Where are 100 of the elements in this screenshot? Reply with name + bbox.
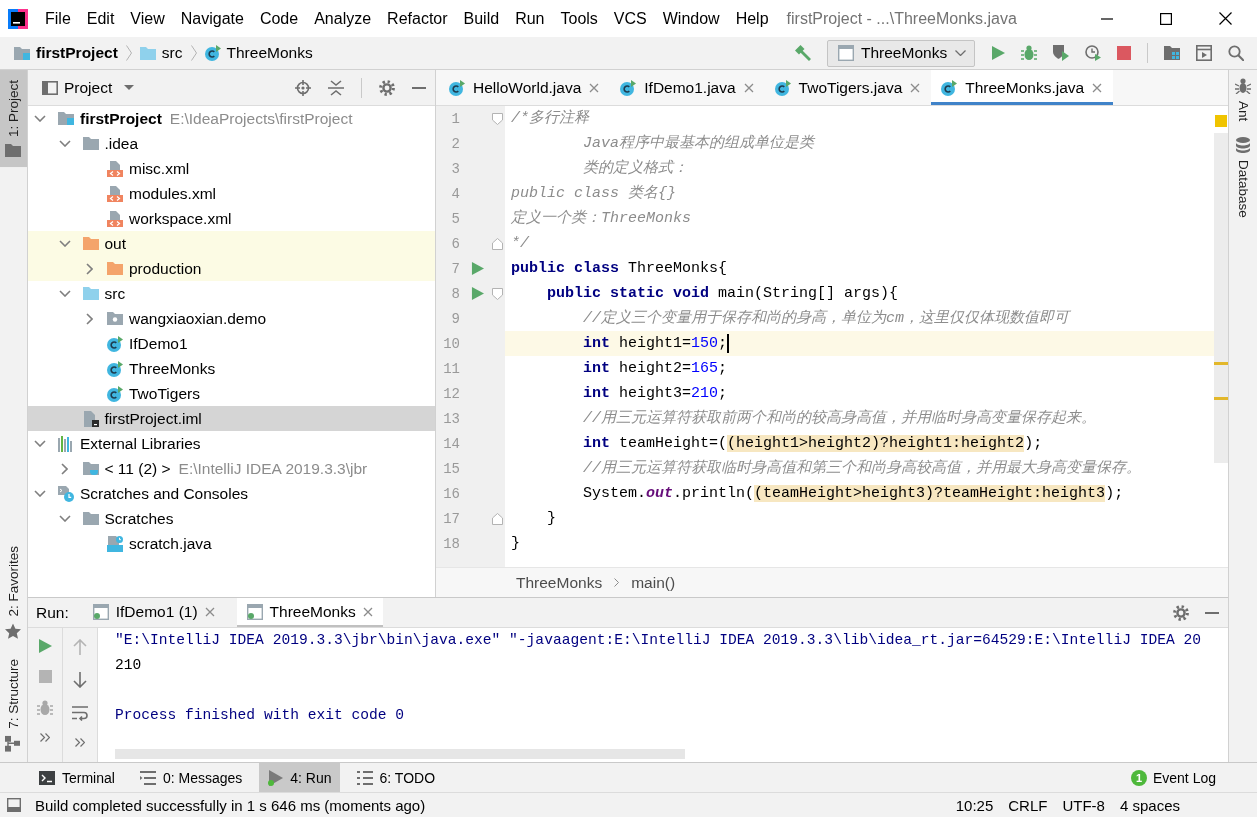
rerun-icon[interactable] — [38, 639, 52, 653]
maximize-icon[interactable] — [1160, 12, 1172, 25]
fold-marker-icon[interactable] — [492, 112, 503, 125]
menu-item[interactable]: File — [37, 7, 79, 30]
hammer-icon[interactable] — [795, 45, 811, 61]
editor-tab[interactable]: IfDemo1.java — [610, 70, 765, 105]
event-log-button[interactable]: 1 Event Log — [1130, 763, 1216, 792]
menu-item[interactable]: Navigate — [172, 7, 252, 30]
tree-item[interactable]: firstProject.iml — [28, 406, 435, 431]
tool-window-button[interactable]: 2: Favorites — [0, 535, 27, 650]
breadcrumb[interactable]: src — [139, 44, 183, 62]
code-line: //定义三个变量用于保存和尚的身高，单位为cm，这里仅仅体现数值即可 — [582, 308, 1070, 329]
menu-item[interactable]: Help — [727, 7, 777, 30]
line-number: 12 — [443, 385, 461, 402]
menu-item[interactable]: Edit — [78, 7, 123, 30]
play-icon — [267, 769, 284, 786]
tree-item[interactable]: src — [28, 281, 435, 306]
status-item[interactable]: 10:25 — [955, 796, 994, 814]
breadcrumb[interactable]: ThreeMonks — [204, 44, 313, 62]
run-configuration-dropdown[interactable]: ThreeMonks — [827, 39, 975, 67]
path-label: E:\IntelliJ IDEA 2019.3.3\jbr — [178, 459, 368, 478]
folder-icon — [82, 237, 99, 250]
tree-item[interactable]: scratch.java — [28, 531, 435, 556]
status-item[interactable]: 4 spaces — [1119, 796, 1180, 814]
menu-item[interactable]: Window — [654, 7, 728, 30]
minimize-icon[interactable] — [1205, 611, 1219, 614]
breadcrumb[interactable]: main() — [631, 573, 676, 592]
menu-item[interactable]: Run — [507, 7, 553, 30]
lines-icon — [139, 769, 156, 786]
double-chevron-icon[interactable] — [40, 733, 50, 742]
settings-icon[interactable] — [1173, 604, 1189, 621]
status-item[interactable]: UTF-8 — [1062, 796, 1105, 814]
tree-item[interactable]: out — [28, 231, 435, 256]
minimize-icon[interactable] — [412, 86, 426, 89]
tree-item[interactable]: IfDemo1 — [28, 331, 435, 356]
tool-window-button[interactable]: 7: Structure — [0, 649, 27, 762]
soft-wrap-icon[interactable] — [72, 705, 88, 721]
menu-item[interactable]: Refactor — [379, 7, 456, 30]
tree-item[interactable]: ThreeMonks — [28, 356, 435, 381]
down-arrow-icon[interactable] — [72, 672, 88, 688]
run-gutter-icon[interactable] — [470, 262, 484, 275]
editor-tab[interactable]: ThreeMonks.java — [931, 70, 1114, 105]
tree-item[interactable]: Scratches — [28, 506, 435, 531]
fold-marker-icon[interactable] — [492, 237, 503, 250]
menu-item[interactable]: Build — [455, 7, 508, 30]
tree-item[interactable]: Scratches and Consoles — [28, 481, 435, 506]
tree-item[interactable]: External Libraries — [28, 431, 435, 456]
bug-icon[interactable] — [37, 700, 53, 716]
fold-marker-icon[interactable] — [492, 512, 503, 525]
collapse-all-icon[interactable] — [328, 79, 344, 96]
menu-item[interactable]: Code — [251, 7, 307, 30]
settings-icon[interactable] — [379, 79, 395, 96]
view-selector[interactable]: Project — [64, 78, 135, 97]
project-structure-icon[interactable] — [1164, 45, 1180, 61]
tree-item[interactable]: workspace.xml — [28, 206, 435, 231]
crosshair-icon[interactable] — [295, 79, 311, 96]
tree-item[interactable]: TwoTigers — [28, 381, 435, 406]
coverage-icon[interactable] — [1053, 45, 1069, 61]
tree-item[interactable]: modules.xml — [28, 181, 435, 206]
run-gutter-icon[interactable] — [470, 287, 484, 300]
menu-item[interactable]: View — [122, 7, 173, 30]
tool-window-button[interactable]: 0: Messages — [131, 763, 251, 792]
scrollbar[interactable] — [115, 749, 685, 759]
tool-window-button[interactable]: 1: Project — [0, 70, 27, 168]
tree-item[interactable]: production — [28, 256, 435, 281]
breadcrumb[interactable]: firstProject — [14, 44, 118, 62]
structure-icon — [5, 736, 22, 752]
menu-item[interactable]: VCS — [605, 7, 655, 30]
tree-item[interactable]: firstProject E:\IdeaProjects\firstProject — [28, 106, 435, 131]
xml-file-icon — [107, 185, 123, 202]
tree-item[interactable]: misc.xml — [28, 156, 435, 181]
run-tab[interactable]: IfDemo1 (1) — [82, 598, 225, 627]
tool-window-button[interactable]: Ant — [1229, 70, 1257, 130]
search-icon[interactable] — [1228, 45, 1244, 61]
editor-tab[interactable]: HelloWorld.java — [439, 70, 611, 105]
line-number: 4 — [451, 185, 461, 202]
tree-item[interactable]: < 11 (2) > E:\IntelliJ IDEA 2019.3.3\jbr — [28, 456, 435, 481]
editor-tab[interactable]: TwoTigers.java — [764, 70, 932, 105]
menu-item[interactable]: Tools — [552, 7, 606, 30]
profiler-icon[interactable] — [1085, 45, 1101, 61]
tool-window-button[interactable]: 4: Run — [259, 763, 340, 792]
minimize-icon[interactable] — [1101, 17, 1113, 20]
status-item[interactable]: CRLF — [1008, 796, 1048, 814]
tree-item[interactable]: wangxiaoxian.demo — [28, 306, 435, 331]
breadcrumb[interactable]: ThreeMonks — [516, 573, 603, 592]
tool-window-button[interactable]: Database — [1229, 129, 1257, 227]
run-tab[interactable]: ThreeMonks — [236, 598, 383, 627]
scrollbar[interactable] — [1214, 133, 1228, 463]
tree-item[interactable]: .idea — [28, 131, 435, 156]
fold-marker-icon[interactable] — [492, 287, 503, 300]
tool-window-button[interactable]: 6: TODO — [348, 763, 444, 792]
tool-window-button[interactable]: Terminal — [31, 763, 123, 792]
layout-icon[interactable] — [7, 798, 21, 812]
double-chevron-icon[interactable] — [75, 738, 85, 747]
run-icon[interactable] — [991, 46, 1005, 60]
close-icon[interactable] — [1219, 12, 1232, 25]
window-icon — [838, 45, 854, 61]
debug-icon[interactable] — [1021, 45, 1037, 61]
window-icon[interactable] — [1196, 45, 1212, 61]
menu-item[interactable]: Analyze — [306, 7, 380, 30]
